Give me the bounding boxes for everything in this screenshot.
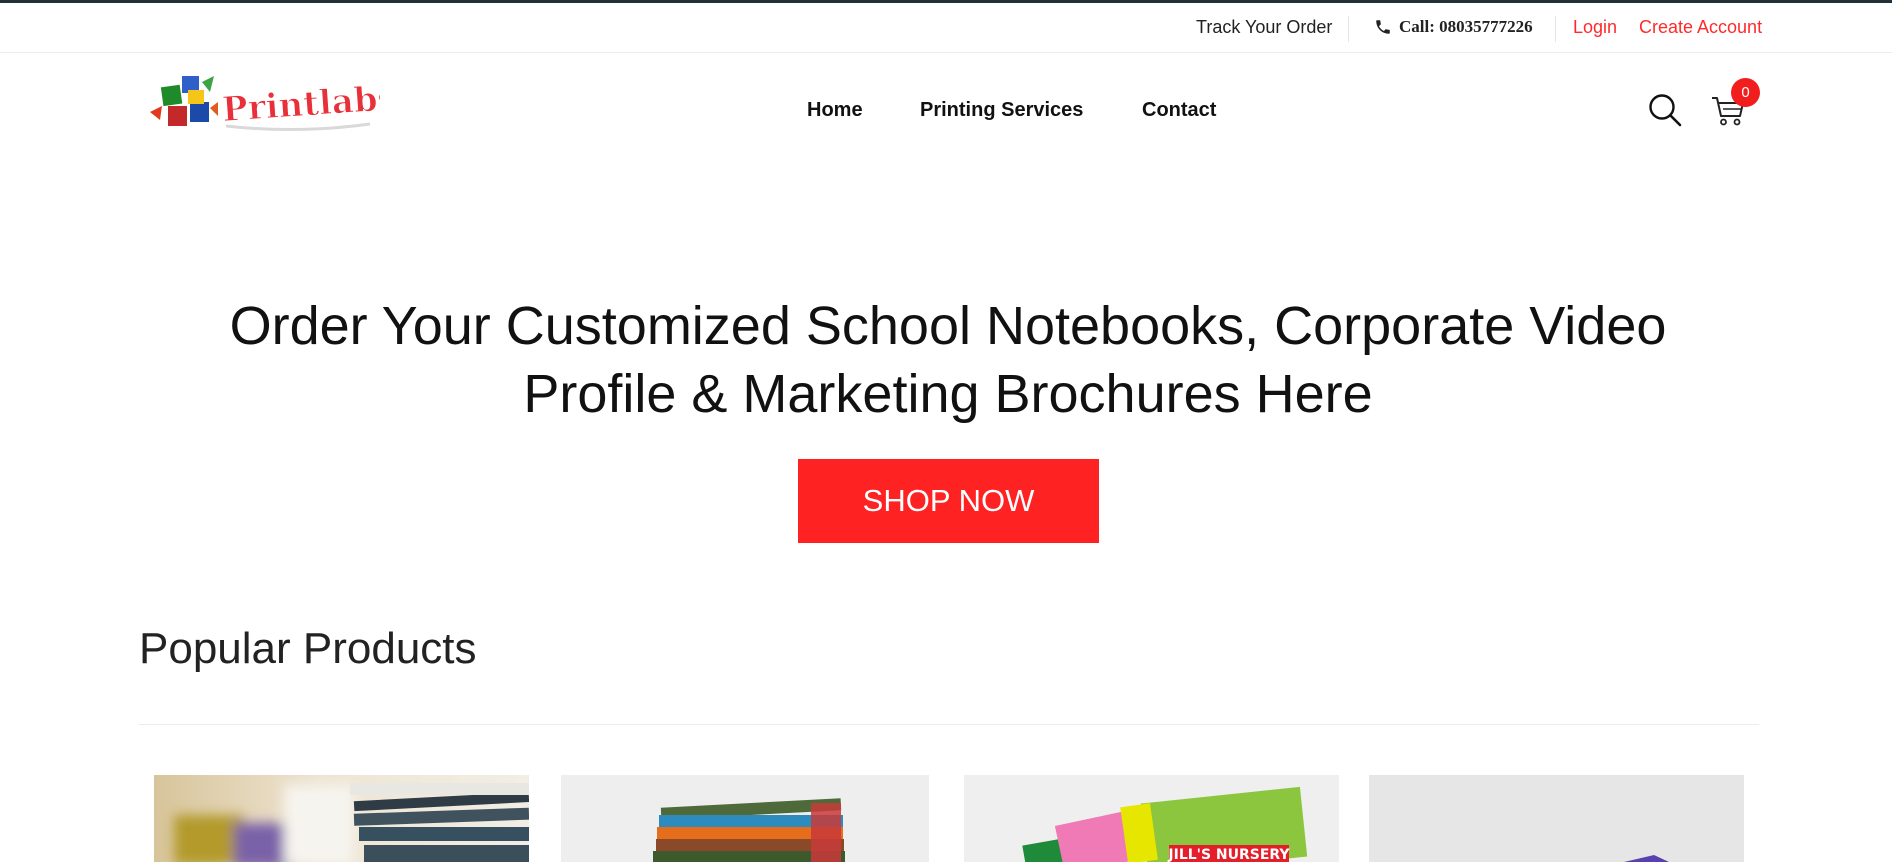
create-account-link[interactable]: Create Account xyxy=(1639,17,1762,38)
product-image xyxy=(154,775,529,862)
hero-title-line-1: Order Your Customized School Notebooks, … xyxy=(229,296,1667,356)
logo-mark: Printlabs xyxy=(150,76,398,132)
product-card-plain[interactable] xyxy=(1369,775,1744,862)
card-label: JILL'S NURSERY xyxy=(1167,847,1290,862)
section-divider xyxy=(139,724,1759,725)
logo-wordmark: Printlabs xyxy=(221,78,380,130)
product-card-nursery-books[interactable]: JILL'S NURSERY xyxy=(964,775,1339,862)
product-card-notebook-stack[interactable] xyxy=(561,775,929,862)
printlabs-logo[interactable]: Printlabs xyxy=(148,72,398,136)
product-image: JILL'S NURSERY xyxy=(964,775,1339,862)
utility-bar: Track Your Order Call: 08035777226 Login… xyxy=(0,3,1892,53)
login-link[interactable]: Login xyxy=(1573,17,1617,38)
track-order-link[interactable]: Track Your Order xyxy=(1196,17,1332,38)
divider xyxy=(1555,16,1556,42)
product-card-notebooks-blur[interactable] xyxy=(154,775,529,862)
phone-icon xyxy=(1376,20,1390,34)
popular-products-heading: Popular Products xyxy=(139,624,477,673)
shop-now-button[interactable]: SHOP NOW xyxy=(798,459,1099,543)
hero-title: Order Your Customized School Notebooks, … xyxy=(150,292,1746,428)
nav-contact[interactable]: Contact xyxy=(1142,99,1216,122)
search-button[interactable] xyxy=(1648,93,1682,127)
call-phone-link[interactable]: Call: 08035777226 xyxy=(1374,17,1533,37)
nav-home[interactable]: Home xyxy=(807,99,863,122)
cart-count-badge: 0 xyxy=(1731,78,1760,107)
product-image xyxy=(561,775,929,862)
call-label: Call: 08035777226 xyxy=(1399,17,1533,36)
product-image xyxy=(1369,775,1744,862)
search-icon xyxy=(1649,94,1682,127)
hero-title-line-2: Profile & Marketing Brochures Here xyxy=(523,364,1373,424)
divider xyxy=(1348,16,1349,42)
nav-printing-services[interactable]: Printing Services xyxy=(920,99,1083,122)
